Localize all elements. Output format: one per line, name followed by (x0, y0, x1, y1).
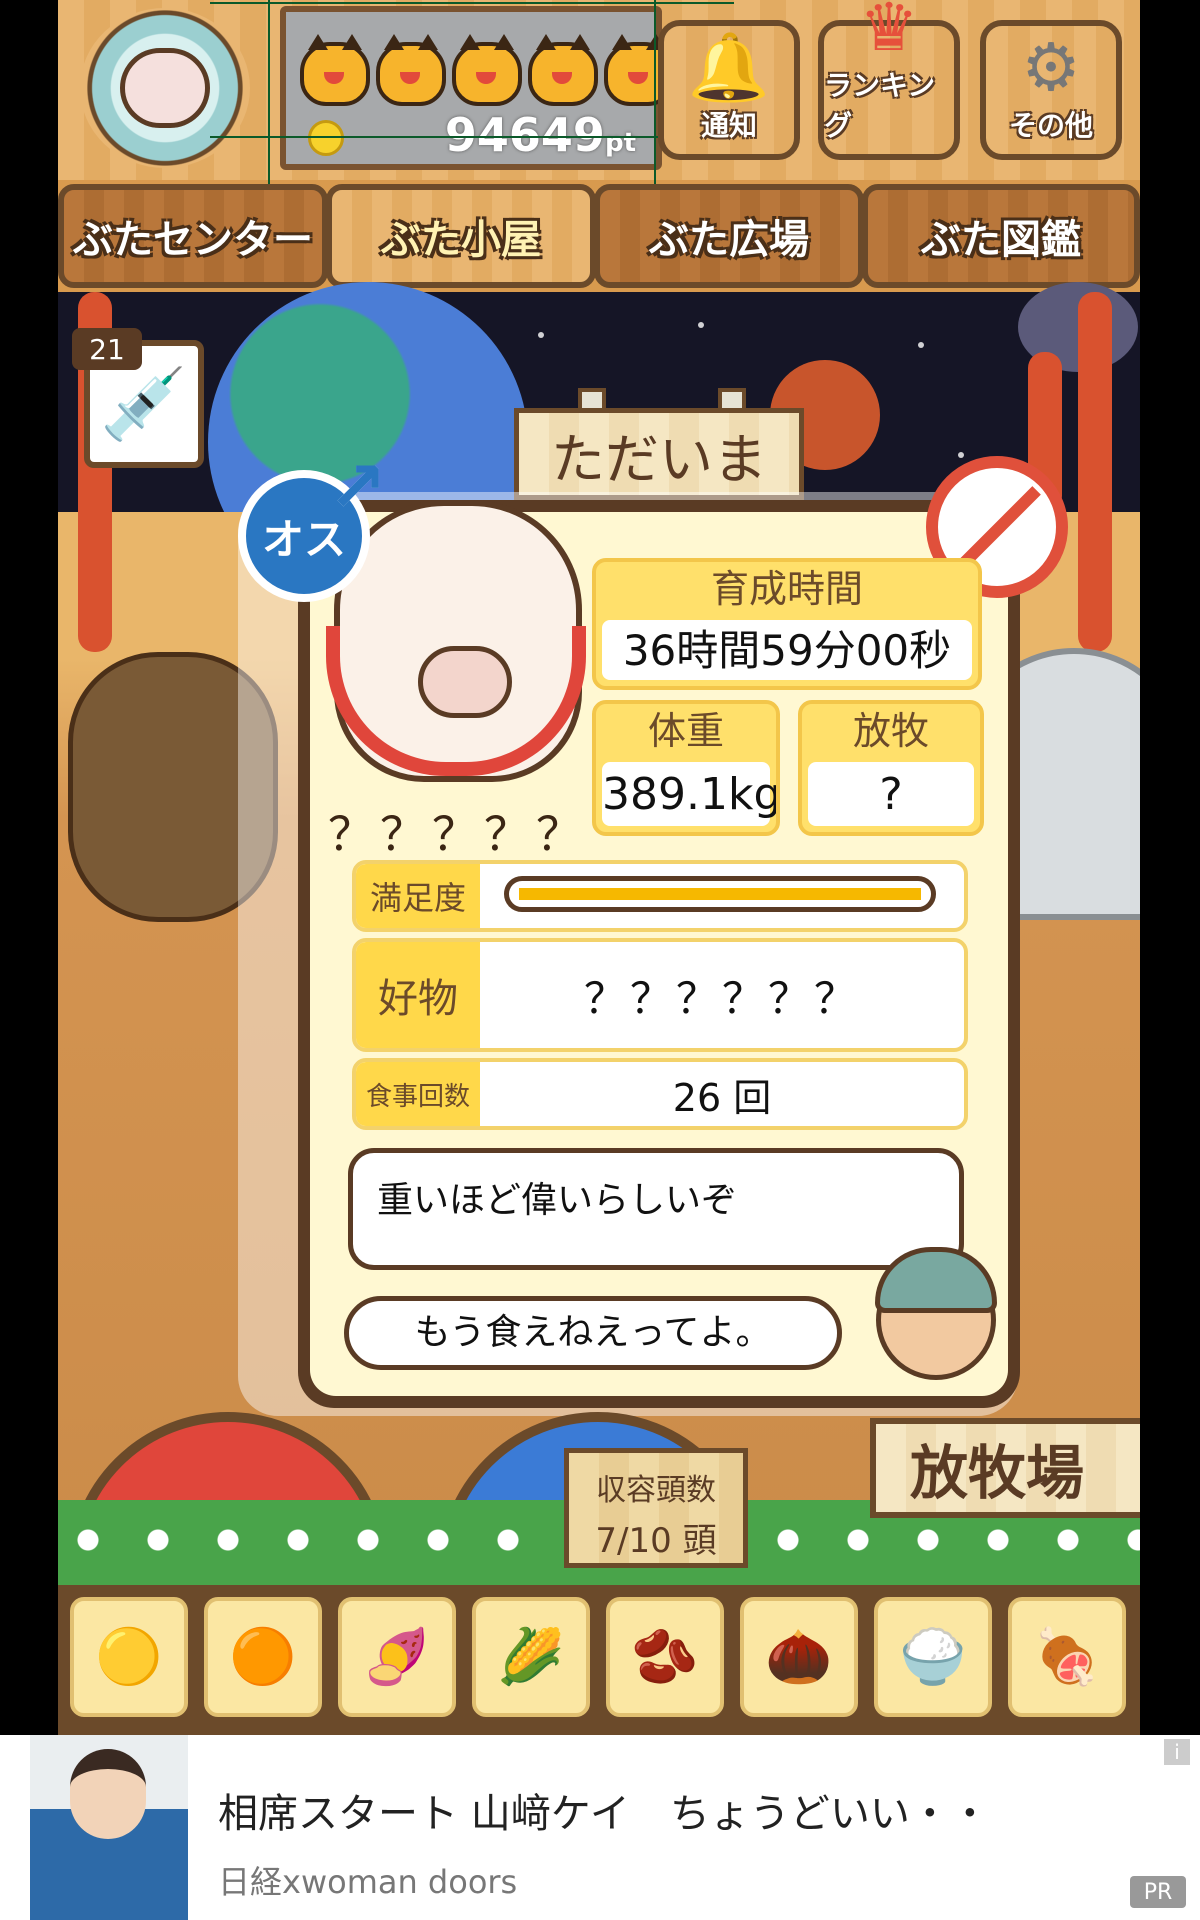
satisfaction-label: 満足度 (356, 864, 480, 928)
notification-label: 通知 (700, 109, 757, 142)
meals-label: 食事回数 (356, 1062, 480, 1126)
satisfaction-fill (519, 888, 921, 900)
graze-value: ? (808, 762, 974, 826)
raise-time-value: 36時間59分00秒 (602, 620, 972, 680)
weight-box: 体重 389.1kg (592, 700, 780, 836)
ad-photo (30, 1735, 188, 1920)
acorn-icon[interactable]: 🌰 (740, 1597, 858, 1717)
cat-icon (300, 34, 370, 106)
cactus-right (1078, 292, 1112, 652)
cat-icon (452, 34, 522, 106)
ad-pr-badge: PR (1130, 1876, 1186, 1908)
grain-pile-icon[interactable]: 🟡 (70, 1597, 188, 1717)
pig-avatar-icon (120, 48, 210, 128)
pig-name: ？？？？？ (328, 807, 588, 861)
ad-source: 日経xwoman doors (218, 1863, 518, 1901)
notification-button[interactable]: 🔔 通知 (658, 20, 800, 160)
capacity-sign: 収容頭数 7/10 頭 (564, 1448, 748, 1568)
graze-box: 放牧 ? (798, 700, 984, 836)
speech-text-2: もう食えねえってよ。 (414, 1312, 772, 1353)
satisfaction-meter (504, 876, 936, 912)
sweet-potato-icon[interactable]: 🍠 (338, 1597, 456, 1717)
points-value: 94649pt (444, 108, 636, 162)
meatball-plate-icon[interactable]: 🍖 (1008, 1597, 1126, 1717)
points-panel: 94649pt (280, 6, 674, 170)
beans-icon[interactable]: 🫘 (606, 1597, 724, 1717)
tab-pig-plaza[interactable]: ぶた広場 (594, 184, 864, 288)
capacity-value: 7/10 頭 (595, 1521, 717, 1561)
coin-icon (308, 120, 344, 156)
mixed-feed-icon[interactable]: 🟠 (204, 1597, 322, 1717)
graze-label: 放牧 (852, 709, 929, 753)
cat-icons-row (300, 34, 674, 106)
selection-line (654, 0, 656, 190)
favorite-value: ？？？？？？ (583, 973, 860, 1023)
tab-pig-center[interactable]: ぶたセンター (58, 184, 328, 288)
meals-value: 26 回 (672, 1075, 772, 1120)
corn-icon[interactable]: 🌽 (472, 1597, 590, 1717)
tab-pig-hut[interactable]: ぶた小屋 (326, 184, 596, 288)
crown-icon: ♛ (859, 0, 919, 66)
weight-value: 389.1kg (602, 762, 776, 826)
header-bar: 94649pt 🔔 通知 ♛ ランキング ⚙ その他 (58, 0, 1140, 190)
speech-text-1: 重いほど偉いらしいぞ (377, 1180, 738, 1221)
food-bar: 🟡 🟠 🍠 🌽 🫘 🌰 🍚 🍖 (58, 1585, 1140, 1735)
pig-snout (418, 646, 512, 718)
syringe-icon: 💉 (100, 362, 188, 445)
pig-portrait (326, 500, 586, 782)
bell-icon: 🔔 (687, 29, 771, 106)
player-rank-badge[interactable] (80, 8, 250, 168)
speech-bubble-1: 重いほど偉いらしいぞ (348, 1148, 964, 1270)
other-button[interactable]: ⚙ その他 (980, 20, 1122, 160)
welcome-sign: ただいま (514, 408, 804, 500)
game-screen: 94649pt 🔔 通知 ♛ ランキング ⚙ その他 ぶたセンター ぶた小屋 ぶ… (58, 0, 1140, 1735)
ad-info-icon[interactable]: i (1164, 1739, 1190, 1765)
pasture-button[interactable]: 放牧場 (870, 1418, 1140, 1518)
speech-bubble-2: もう食えねえってよ。 (344, 1296, 842, 1370)
ad-banner[interactable]: 相席スタート 山﨑ケイ ちょうどいい・・ 日経xwoman doors i PR (0, 1735, 1200, 1920)
pasture-label: 放牧場 (910, 1439, 1085, 1507)
ranking-button[interactable]: ♛ ランキング (818, 0, 960, 160)
selection-line (268, 0, 270, 190)
satisfaction-row: 満足度 (352, 860, 968, 932)
ranking-label: ランキング (824, 69, 936, 142)
capacity-label: 収容頭数 (596, 1473, 716, 1508)
ad-title[interactable]: 相席スタート 山﨑ケイ ちょうどいい・・ (218, 1781, 990, 1839)
cat-icon (528, 34, 598, 106)
male-arrow-icon: ↗ (328, 446, 387, 528)
meals-row: 食事回数 26 回 (352, 1058, 968, 1130)
grain-bowl-icon[interactable]: 🍚 (874, 1597, 992, 1717)
cat-icon (376, 34, 446, 106)
other-label: その他 (1008, 109, 1093, 142)
favorite-label: 好物 (356, 942, 480, 1048)
main-tabs: ぶたセンター ぶた小屋 ぶた広場 ぶた図鑑 (58, 184, 1140, 294)
raise-time-box: 育成時間 36時間59分00秒 (592, 558, 982, 690)
weight-label: 体重 (647, 709, 724, 753)
tab-pig-encyclopedia[interactable]: ぶた図鑑 (862, 184, 1140, 288)
farmer-icon (875, 1247, 997, 1380)
raise-time-label: 育成時間 (710, 567, 863, 611)
syringe-count-badge: 21 (72, 328, 142, 370)
favorite-row: 好物 ？？？？？？ (352, 938, 968, 1052)
gear-icon: ⚙ (1021, 29, 1081, 106)
